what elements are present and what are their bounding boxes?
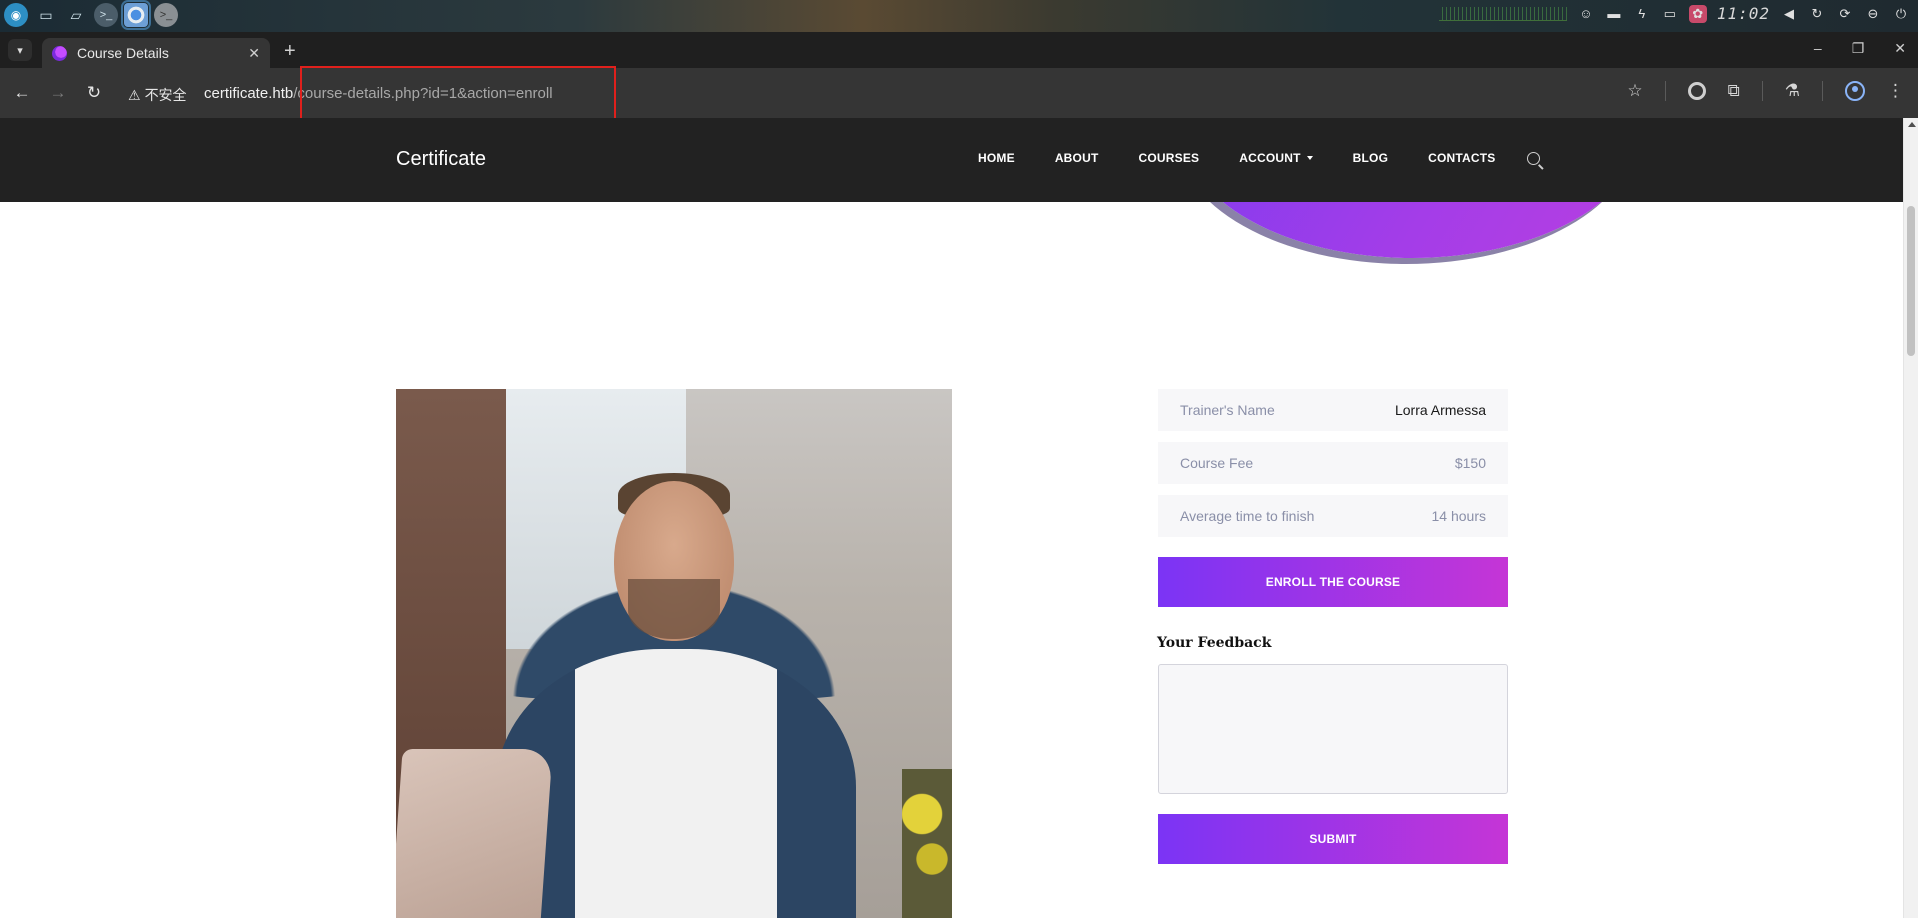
toolbar-actions: ☆ ⧉ ⚗ ⋮ [1627, 81, 1904, 101]
os-taskbar: ◉ ▭ ▱ >_ >_ ☺ ▬ ϟ ▭ ✿ 11:02 ◀ ↻ ⟳ ⊖ ⏻ [0, 0, 1918, 32]
desktop-icon[interactable]: ▭ [34, 3, 58, 27]
security-indicator[interactable]: ⚠ 不安全 [128, 85, 187, 105]
display-icon[interactable]: ▭ [1661, 5, 1679, 23]
stop-icon[interactable]: ⊖ [1864, 5, 1882, 23]
system-tray: ☺ ▬ ϟ ▭ ✿ 11:02 ◀ ↻ ⟳ ⊖ ⏻ [1438, 4, 1910, 23]
terminal-icon[interactable]: >_ [94, 3, 118, 27]
site-nav: HOME ABOUT COURSES ACCOUNT BLOG CONTACTS [978, 151, 1541, 165]
search-icon[interactable] [1527, 151, 1541, 165]
info-row-trainer: Trainer's Name Lorra Armessa [1158, 389, 1508, 431]
nav-home[interactable]: HOME [978, 151, 1015, 165]
terminal-icon[interactable]: >_ [154, 3, 178, 27]
toolbar-separator [1664, 81, 1666, 101]
info-label: Course Fee [1180, 455, 1254, 471]
info-label: Average time to finish [1180, 508, 1315, 524]
user-icon[interactable]: ☺ [1577, 5, 1595, 23]
refresh-icon[interactable]: ↻ [1808, 5, 1826, 23]
info-value: Lorra Armessa [1394, 402, 1486, 418]
battery-icon[interactable]: ϟ [1633, 5, 1651, 23]
chevron-down-icon: ▾ [17, 44, 23, 57]
profile-icon[interactable] [1845, 81, 1865, 101]
page-scrollbar[interactable] [1903, 118, 1918, 918]
site-header: Certificate HOME ABOUT COURSES ACCOUNT B… [0, 118, 1903, 202]
site-logo[interactable]: Certificate [396, 148, 486, 171]
toolbar-separator [1761, 81, 1763, 101]
cpu-graph [1438, 6, 1567, 21]
warning-icon: ⚠ [128, 86, 141, 103]
feedback-title: Your Feedback [1157, 635, 1272, 651]
nav-contacts[interactable]: CONTACTS [1428, 151, 1495, 165]
web-page: Certificate HOME ABOUT COURSES ACCOUNT B… [0, 118, 1903, 918]
restore-icon[interactable]: ❐ [1852, 40, 1865, 57]
keyboard-icon[interactable]: ▬ [1605, 5, 1623, 23]
enroll-button[interactable]: ENROLL THE COURSE [1158, 557, 1508, 607]
url-path: /course-details.php?id=1&action=enroll [293, 85, 553, 102]
labs-flask-icon[interactable]: ⚗ [1785, 81, 1800, 101]
window-close-icon[interactable]: ✕ [1894, 40, 1906, 57]
info-value: 14 hours [1431, 508, 1486, 524]
info-label: Trainer's Name [1180, 402, 1275, 418]
address-bar[interactable]: certificate.htb/course-details.php?id=1&… [204, 85, 553, 102]
info-value: $150 [1454, 455, 1486, 471]
bookmark-star-icon[interactable]: ☆ [1627, 81, 1642, 101]
nav-blog[interactable]: BLOG [1353, 151, 1388, 165]
toolbar-separator [1822, 81, 1823, 101]
nav-about[interactable]: ABOUT [1055, 151, 1099, 165]
nav-account-label: ACCOUNT [1239, 151, 1301, 165]
extension-record-icon[interactable] [1687, 82, 1706, 100]
caret-down-icon [1306, 156, 1313, 160]
extensions-puzzle-icon[interactable]: ⧉ [1728, 81, 1740, 101]
new-tab-button[interactable]: + [284, 40, 296, 63]
nav-account[interactable]: ACCOUNT [1239, 151, 1313, 165]
site-favicon-icon [52, 45, 67, 61]
scroll-thumb[interactable] [1907, 206, 1915, 356]
network-icon[interactable]: ✿ [1688, 4, 1707, 23]
back-icon[interactable]: ← [10, 81, 34, 105]
tab-title: Course Details [77, 45, 169, 61]
submit-button[interactable]: SUBMIT [1158, 814, 1508, 864]
menu-dots-icon[interactable]: ⋮ [1887, 81, 1904, 101]
chrome-icon[interactable] [121, 0, 151, 30]
taskbar-launchers: ◉ ▭ ▱ >_ >_ [4, 0, 178, 30]
course-image [396, 389, 952, 918]
folder-icon[interactable]: ▱ [64, 3, 88, 27]
info-row-fee: Course Fee $150 [1158, 442, 1508, 484]
close-icon[interactable]: ✕ [248, 45, 260, 62]
power-icon[interactable]: ⏻ [1892, 5, 1910, 23]
browser-tab-strip: ▾ Course Details ✕ + – ❐ ✕ [0, 32, 1918, 68]
minimize-icon[interactable]: – [1814, 40, 1822, 57]
url-host: certificate.htb [204, 85, 294, 102]
window-controls: – ❐ ✕ [1814, 40, 1906, 57]
feedback-textarea[interactable] [1158, 664, 1508, 794]
forward-icon[interactable]: → [46, 81, 70, 105]
scroll-up-icon[interactable] [1908, 122, 1916, 127]
app-launcher-icon[interactable]: ◉ [4, 3, 28, 27]
browser-toolbar: ← → ↻ ⚠ 不安全 certificate.htb/course-detai… [0, 68, 1918, 118]
security-label: 不安全 [144, 87, 187, 103]
nav-courses[interactable]: COURSES [1138, 151, 1199, 165]
tab-search-button[interactable]: ▾ [8, 39, 32, 61]
reload-icon[interactable]: ↻ [82, 81, 106, 105]
tab-course-details[interactable]: Course Details ✕ [42, 38, 270, 68]
sync-icon[interactable]: ⟳ [1836, 5, 1854, 23]
volume-icon[interactable]: ◀ [1780, 5, 1798, 23]
clock: 11:02 [1716, 4, 1770, 23]
info-row-duration: Average time to finish 14 hours [1158, 495, 1508, 537]
